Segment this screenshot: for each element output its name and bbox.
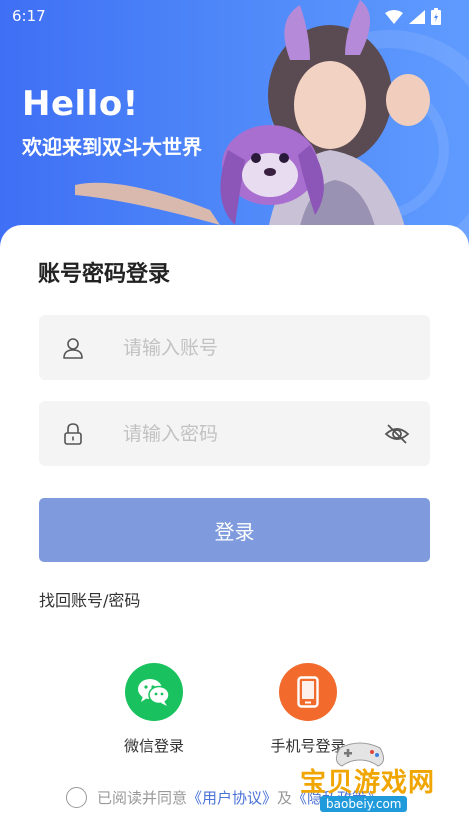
lock-icon (64, 423, 82, 445)
account-field[interactable] (39, 315, 430, 380)
agreement-prefix: 已阅读并同意 (97, 788, 188, 807)
hero-banner: Hello! 欢迎来到双斗大世界 (0, 0, 469, 250)
status-bar: 6:17 (0, 0, 469, 32)
watermark-url: baobeiy.com (320, 796, 408, 812)
battery-icon (431, 8, 441, 25)
hero-subtitle: 欢迎来到双斗大世界 (22, 135, 202, 159)
eye-off-icon[interactable] (384, 421, 410, 447)
watermark-text: 宝贝游戏网 (300, 768, 436, 798)
hero-title: Hello! (22, 84, 139, 124)
wechat-icon (138, 679, 170, 706)
wifi-icon (385, 9, 403, 24)
wechat-login-button[interactable] (125, 663, 183, 721)
phone-icon (297, 676, 319, 708)
status-time: 6:17 (12, 7, 46, 25)
account-input[interactable] (123, 315, 373, 380)
phone-login-button[interactable] (279, 663, 337, 721)
login-button[interactable]: 登录 (39, 498, 430, 562)
hero-character-illustration (75, 0, 430, 250)
forgot-account-link[interactable]: 找回账号/密码 (39, 587, 140, 611)
watermark: 宝贝游戏网 baobeiy.com (290, 740, 440, 830)
wechat-login[interactable]: 微信登录 (94, 663, 214, 756)
signal-icon (409, 9, 425, 24)
password-input[interactable] (123, 401, 373, 466)
form-title: 账号密码登录 (38, 262, 171, 287)
status-icons (385, 8, 441, 25)
password-field[interactable] (39, 401, 430, 466)
user-icon (63, 338, 83, 359)
user-agreement-link[interactable]: 《用户协议》 (187, 787, 277, 808)
wechat-login-label: 微信登录 (123, 737, 184, 755)
agreement-checkbox[interactable] (66, 786, 87, 808)
